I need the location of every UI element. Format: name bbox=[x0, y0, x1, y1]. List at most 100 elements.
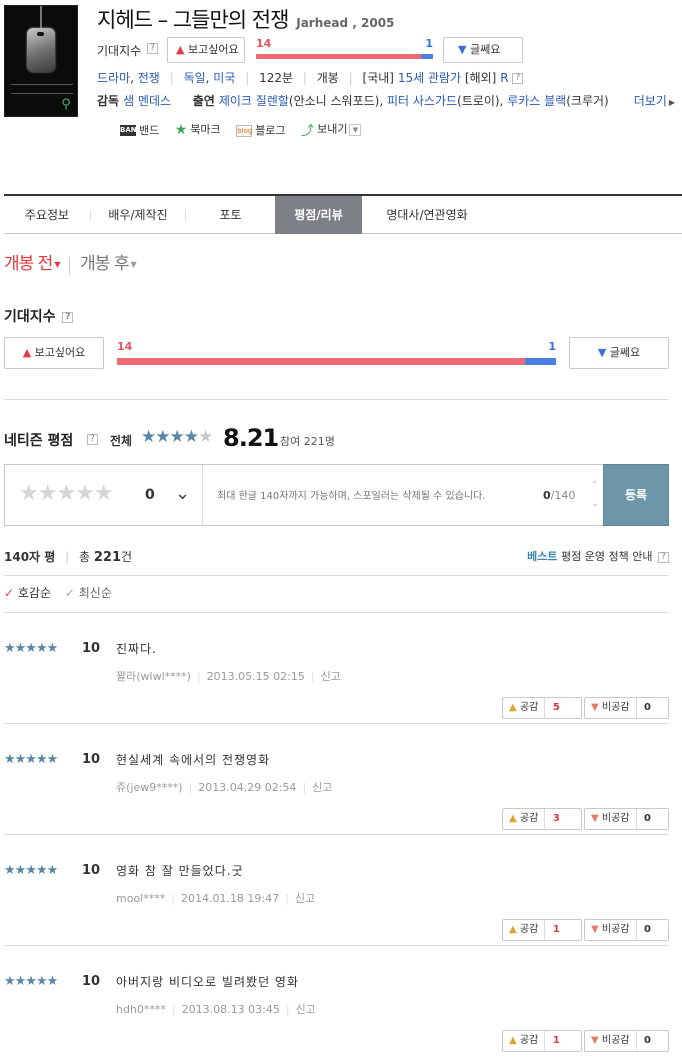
dislike-button[interactable]: ▼ 비공감 0 bbox=[584, 697, 669, 719]
review-stars: ★★★★★ bbox=[4, 752, 58, 767]
share-bookmark[interactable]: ★ 북마크 bbox=[175, 121, 221, 138]
thumbs-up-icon: ▲ bbox=[509, 813, 517, 824]
tab-cast-crew[interactable]: 배우/제작진 bbox=[91, 196, 185, 234]
list-label: 140자 평 bbox=[4, 550, 56, 564]
review-text: 아버지랑 비디오로 빌려봤던 영화 bbox=[116, 975, 300, 989]
like-button[interactable]: ▲ 공감 1 bbox=[502, 919, 582, 941]
star-rating-picker[interactable]: ★★★★★ bbox=[19, 481, 114, 506]
chevron-down-icon[interactable]: ▼ bbox=[349, 123, 362, 136]
review-author[interactable]: hdh0**** bbox=[116, 1003, 166, 1016]
chevron-down-icon[interactable]: ⌄ bbox=[175, 483, 190, 504]
expectation-title: 기대지수 ? bbox=[4, 306, 74, 326]
divider bbox=[4, 399, 669, 400]
want-fill-large bbox=[117, 358, 526, 365]
thumbs-down-icon: ▼ bbox=[591, 702, 599, 713]
expectation-mini: 기대지수 ? ▲ 보고싶어요 14 1 ▼ 글쎄요 bbox=[97, 37, 537, 63]
rating-kr-link[interactable]: 15세 관람가 bbox=[398, 71, 461, 85]
genre-link-war[interactable]: 전쟁 bbox=[138, 71, 160, 85]
review-author[interactable]: mool**** bbox=[116, 892, 165, 905]
open-after-tab[interactable]: 개봉 후 ▼ bbox=[80, 254, 137, 274]
dislike-count: 0 bbox=[644, 813, 651, 824]
review-item: ★★★★★ 10 현실세계 속에서의 전쟁영화 쥬(jew9****) | 2013… bbox=[4, 724, 669, 835]
share-band[interactable]: BAND밴드 bbox=[120, 122, 159, 138]
thumbs-down-icon: ▼ bbox=[591, 813, 599, 824]
like-button[interactable]: ▲ 공감 3 bbox=[502, 808, 582, 830]
genre-link-drama[interactable]: 드라마 bbox=[97, 71, 130, 85]
policy-link[interactable]: 베스트 평점 운영 정책 안내 ? bbox=[527, 548, 669, 564]
help-icon[interactable]: ? bbox=[658, 551, 669, 563]
share-send[interactable]: ⤴ 보내기 ▼ bbox=[301, 120, 362, 139]
poster-dogtag bbox=[27, 28, 55, 72]
review-meta: 쥬(jew9****) | 2013.04.29 02:54 | 신고 bbox=[116, 781, 333, 794]
zoom-icon[interactable]: ⚲ bbox=[59, 98, 73, 112]
thumbs-up-icon: ▲ bbox=[22, 346, 32, 359]
open-before-tab[interactable]: 개봉 전 ▼ bbox=[4, 254, 61, 274]
caret-down-icon: ▼ bbox=[130, 259, 136, 269]
average-stars: ★★★★★ bbox=[141, 427, 213, 447]
dislike-button[interactable]: ▼ 비공감 0 bbox=[584, 808, 669, 830]
review-author[interactable]: 쥬(jew9****) bbox=[116, 781, 183, 794]
review-date: 2013.08.13 03:45 bbox=[181, 1003, 280, 1016]
blog-icon: blog bbox=[236, 124, 253, 137]
textarea-scrollbar[interactable]: ⌃ ⌄ bbox=[587, 477, 603, 513]
scroll-down-icon[interactable]: ⌄ bbox=[587, 495, 603, 513]
review-author[interactable]: 꽐라(wlwl****) bbox=[116, 670, 191, 683]
tab-photo[interactable]: 포토 bbox=[186, 196, 275, 234]
divider bbox=[4, 575, 669, 576]
rating-world-link[interactable]: R bbox=[500, 71, 508, 85]
sort-by-likes[interactable]: ✓ 호감순 bbox=[4, 586, 51, 600]
not-count-large: 1 bbox=[548, 340, 556, 353]
review-stars: ★★★★★ bbox=[4, 974, 58, 989]
want-count-large: 14 bbox=[117, 340, 133, 353]
star-selector[interactable]: ★★★★★ 0 ⌄ bbox=[5, 465, 203, 525]
movie-people: 감독 샘 멘데스 출연 제이크 질렌할(안소니 스워포드), 피터 사스가드(트로이… bbox=[97, 92, 675, 109]
want-button[interactable]: ▲ 보고싶어요 bbox=[167, 37, 245, 63]
help-icon[interactable]: ? bbox=[62, 311, 74, 323]
submit-button[interactable]: 등록 bbox=[603, 464, 669, 526]
share-blog[interactable]: blog 블로그 bbox=[236, 122, 286, 138]
all-label: 전체 bbox=[110, 434, 133, 448]
cast-link-2[interactable]: 피터 사스가드 bbox=[387, 94, 457, 108]
review-total: 총 221건 bbox=[79, 550, 133, 565]
tab-main-info[interactable]: 주요정보 bbox=[4, 196, 90, 234]
poster-chain bbox=[40, 6, 42, 28]
report-link[interactable]: 신고 bbox=[296, 1003, 316, 1016]
country-link-usa[interactable]: 미국 bbox=[213, 71, 235, 85]
send-icon: ⤴ bbox=[301, 124, 315, 139]
thumbs-up-icon: ▲ bbox=[509, 1035, 517, 1046]
check-icon: ✓ bbox=[64, 586, 75, 600]
movie-poster[interactable]: ⚲ bbox=[4, 5, 78, 117]
more-link[interactable]: 더보기 ▶ bbox=[631, 92, 675, 109]
scroll-up-icon[interactable]: ⌃ bbox=[587, 477, 603, 495]
director-link[interactable]: 샘 멘데스 bbox=[123, 94, 171, 108]
dislike-count: 0 bbox=[644, 1035, 651, 1046]
like-count: 3 bbox=[552, 813, 560, 824]
poster-credits bbox=[11, 84, 73, 94]
dislike-button[interactable]: ▼ 비공감 0 bbox=[584, 1030, 669, 1052]
dislike-button[interactable]: ▼ 비공감 0 bbox=[584, 919, 669, 941]
help-icon[interactable]: ? bbox=[147, 43, 158, 54]
report-link[interactable]: 신고 bbox=[295, 892, 315, 905]
caret-down-icon: ▼ bbox=[54, 259, 60, 269]
thumbs-up-icon: ▲ bbox=[509, 702, 517, 713]
cast-link-1[interactable]: 제이크 질렌할 bbox=[219, 94, 289, 108]
want-button-large[interactable]: ▲ 보고싶어요 bbox=[4, 337, 104, 369]
cast-link-3[interactable]: 루카스 블랙 bbox=[507, 94, 566, 108]
like-button[interactable]: ▲ 공감 1 bbox=[502, 1030, 582, 1052]
review-input-box: ★★★★★ 0 ⌄ 0/140 ⌃⌄ 등록 bbox=[4, 464, 669, 526]
review-textarea[interactable] bbox=[205, 465, 585, 525]
review-score: 10 bbox=[82, 752, 101, 767]
tab-quotes-related[interactable]: 명대사/연관영화 bbox=[362, 196, 492, 234]
report-link[interactable]: 신고 bbox=[312, 781, 332, 794]
expectation-bar: 14 1 bbox=[117, 340, 556, 365]
not-button-large[interactable]: ▼ 글쎄요 bbox=[569, 337, 669, 369]
star-icon: ★ bbox=[174, 122, 188, 138]
help-icon[interactable]: ? bbox=[87, 434, 98, 445]
tab-rating-review[interactable]: 평점/리뷰 bbox=[275, 196, 362, 234]
report-link[interactable]: 신고 bbox=[321, 670, 341, 683]
help-icon[interactable]: ? bbox=[512, 73, 524, 84]
like-button[interactable]: ▲ 공감 5 bbox=[502, 697, 582, 719]
country-link-germany[interactable]: 독일 bbox=[184, 71, 206, 85]
not-button[interactable]: ▼ 글쎄요 bbox=[443, 37, 523, 63]
sort-by-recent[interactable]: ✓ 최신순 bbox=[65, 586, 112, 600]
